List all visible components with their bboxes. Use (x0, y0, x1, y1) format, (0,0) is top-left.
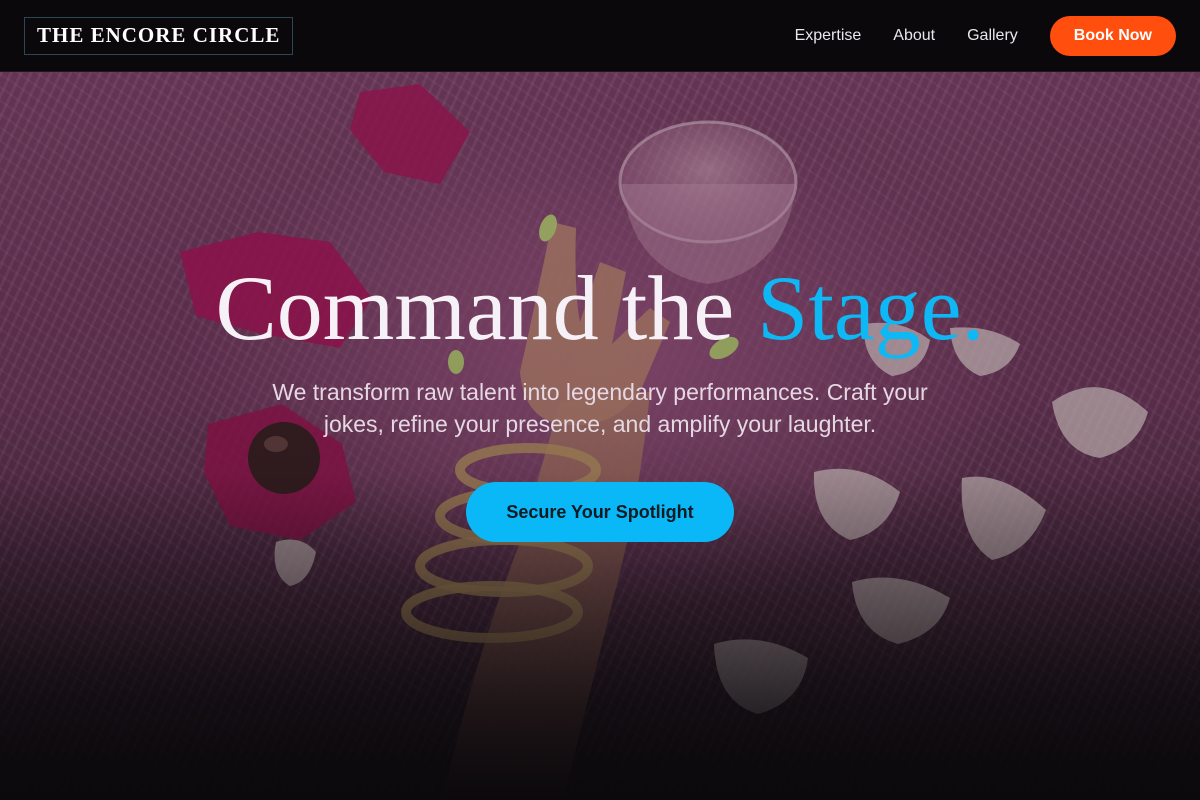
brand-name: THE ENCORE CIRCLE (37, 23, 281, 47)
brand-logo[interactable]: THE ENCORE CIRCLE (24, 16, 294, 55)
headline-accent: Stage. (757, 257, 985, 359)
nav-link-expertise[interactable]: Expertise (795, 27, 862, 45)
nav-link-gallery[interactable]: Gallery (967, 27, 1018, 45)
hero-headline: Command the Stage. (0, 256, 1200, 360)
hero-content: Command the Stage. We transform raw tale… (0, 72, 1200, 800)
top-navbar: THE ENCORE CIRCLE Expertise About Galler… (0, 0, 1200, 72)
book-now-button[interactable]: Book Now (1049, 15, 1176, 56)
hero-section: Command the Stage. We transform raw tale… (0, 72, 1200, 800)
nav-link-about[interactable]: About (893, 27, 935, 45)
headline-main: Command the (215, 257, 758, 359)
secure-spotlight-button[interactable]: Secure Your Spotlight (466, 482, 734, 542)
hero-subtitle: We transform raw talent into legendary p… (272, 379, 928, 437)
nav-links: Expertise About Gallery Book Now (795, 15, 1176, 56)
